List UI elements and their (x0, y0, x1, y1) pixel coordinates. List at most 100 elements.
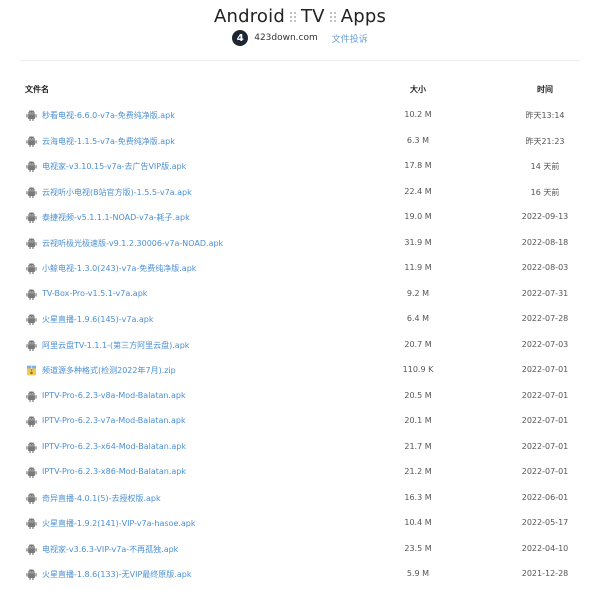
file-name-link[interactable]: 秒看电视-6.6.0-v7a-免费纯净版.apk (42, 110, 175, 121)
file-time: 2022-07-01 (521, 365, 569, 374)
table-header: 文件名 大小 时间 (20, 84, 580, 96)
file-name-link[interactable]: 火星直播-1.8.6(133)-无VIP最终原版.apk (42, 569, 191, 580)
table-row[interactable]: 奇异直播-4.0.1(5)-去授权版.apk 16.3 M 2022-06-01 (20, 485, 580, 511)
file-time: 昨天13:14 (525, 111, 565, 120)
site-logo-icon[interactable]: 4 (232, 30, 249, 46)
table-row[interactable]: 阿里云盘TV-1.1.1-(第三方阿里云盘).apk 20.7 M 2022-07-… (20, 332, 580, 358)
file-size: 10.2 M (404, 110, 432, 119)
file-time: 2022-07-03 (521, 339, 569, 349)
header-divider (20, 60, 580, 61)
file-name-link[interactable]: 频道源多种格式(检测2022年7月).zip (42, 365, 176, 376)
file-size: 20.1 M (404, 416, 432, 425)
file-size: 6.3 M (406, 135, 430, 145)
table-row[interactable]: IPTV-Pro-6.2.3-x64-Mod-Balatan.apk 21.7 M… (20, 434, 580, 460)
file-time: 2021-12-28 (521, 569, 569, 578)
file-name-link[interactable]: 云海电视-1.1.5-v7a-免费纯净版.apk (42, 136, 175, 147)
android-icon (26, 135, 37, 147)
file-time: 2022-07-01 (521, 416, 569, 425)
android-icon (26, 212, 37, 224)
file-time: 2022-05-17 (521, 518, 569, 527)
android-icon (26, 416, 37, 428)
column-header-size[interactable]: 大小 (390, 84, 446, 95)
file-time: 2022-09-13 (521, 212, 569, 221)
title-separator-icon (288, 11, 297, 23)
android-icon (26, 263, 37, 275)
file-size: 31.9 M (404, 237, 432, 247)
android-icon (26, 492, 37, 504)
android-icon (26, 339, 37, 351)
file-name-link[interactable]: 火星直播-1.9.2(141)-VIP-v7a-hasoe.apk (42, 518, 196, 529)
file-name-link[interactable]: IPTV-Pro-6.2.3-x86-Mod-Balatan.apk (42, 467, 186, 476)
file-time: 2022-07-01 (521, 441, 569, 451)
table-row[interactable]: 火星直播-1.8.6(133)-无VIP最终原版.apk 5.9 M 2021-12… (20, 561, 580, 587)
android-icon (26, 161, 37, 173)
android-icon (26, 467, 37, 479)
table-row[interactable]: 频道源多种格式(检测2022年7月).zip 110.9 K 2022-07-01 (20, 357, 580, 383)
android-icon (26, 390, 37, 402)
file-name-link[interactable]: 小鲸电视-1.3.0(243)-v7a-免费纯净版.apk (42, 263, 196, 274)
title-part-apps: Apps (340, 6, 387, 27)
android-icon (26, 441, 37, 453)
file-time: 2022-07-31 (521, 288, 569, 298)
table-row[interactable]: 电视家-v3.10.15-v7a-去广告VIP版.apk 17.8 M 14 天前 (20, 153, 580, 179)
file-name-link[interactable]: IPTV-Pro-6.2.3-x64-Mod-Balatan.apk (42, 442, 186, 451)
file-name-link[interactable]: 火星直播-1.9.6(145)-v7a.apk (42, 314, 154, 325)
file-size: 110.9 K (402, 365, 434, 374)
file-name-link[interactable]: TV-Box-Pro-v1.5.1-v7a.apk (42, 289, 147, 298)
table-row[interactable]: 小鲸电视-1.3.0(243)-v7a-免费纯净版.apk 11.9 M 2022-… (20, 255, 580, 281)
file-size: 23.5 M (404, 543, 432, 553)
file-name-link[interactable]: IPTV-Pro-6.2.3-v7a-Mod-Balatan.apk (42, 416, 186, 425)
table-row[interactable]: 火星直播-1.9.6(145)-v7a.apk 6.4 M 2022-07-28 (20, 306, 580, 332)
title-part-tv: TV (300, 6, 325, 27)
table-row[interactable]: 秒看电视-6.6.0-v7a-免费纯净版.apk 10.2 M 昨天13:14 (20, 102, 580, 128)
file-size: 21.2 M (404, 467, 432, 476)
file-size: 20.7 M (404, 339, 432, 349)
file-size: 16.3 M (404, 492, 432, 502)
table-row[interactable]: 电视家-v3.6.3-VIP-v7a-不再孤独.apk 23.5 M 2022-04… (20, 536, 580, 562)
file-name-link[interactable]: 奇异直播-4.0.1(5)-去授权版.apk (42, 493, 161, 504)
column-header-time[interactable]: 时间 (490, 84, 600, 95)
file-time: 14 天前 (530, 162, 560, 171)
table-row[interactable]: 云视听小电视(B站官方版)-1.5.5-v7a.apk 22.4 M 16 天前 (20, 179, 580, 205)
table-row[interactable]: 火星直播-1.9.2(141)-VIP-v7a-hasoe.apk 10.4 M 2… (20, 510, 580, 536)
file-time: 2022-07-01 (521, 467, 569, 476)
file-time: 2022-07-01 (521, 390, 569, 400)
table-row[interactable]: 云视听极光极速版-v9.1.2.30006-v7a-NOAD.apk 31.9 M… (20, 230, 580, 256)
android-icon (26, 237, 37, 249)
page-title: Android TV Apps (0, 6, 600, 27)
android-icon (26, 543, 37, 555)
android-icon (26, 518, 37, 530)
file-time: 2022-08-18 (521, 237, 569, 247)
table-row[interactable]: TV-Box-Pro-v1.5.1-v7a.apk 9.2 M 2022-07-31 (20, 281, 580, 307)
site-info: 4 423down.com 文件投诉 (0, 30, 600, 46)
file-size: 22.4 M (404, 186, 432, 196)
file-time: 2022-08-03 (521, 263, 569, 272)
file-name-link[interactable]: 泰捷视频-v5.1.1.1-NOAD-v7a-耗子.apk (42, 212, 190, 223)
file-complaint-link[interactable]: 文件投诉 (332, 32, 368, 45)
android-icon (26, 314, 37, 326)
file-time: 2022-06-01 (521, 492, 569, 502)
title-separator-icon (328, 11, 337, 23)
zip-icon (26, 365, 37, 376)
title-part-android: Android (213, 6, 285, 27)
file-list: 秒看电视-6.6.0-v7a-免费纯净版.apk 10.2 M 昨天13:14 云海电… (20, 102, 580, 587)
file-size: 5.9 M (406, 569, 430, 578)
table-row[interactable]: 泰捷视频-v5.1.1.1-NOAD-v7a-耗子.apk 19.0 M 2022-… (20, 204, 580, 230)
table-row[interactable]: 云海电视-1.1.5-v7a-免费纯净版.apk 6.3 M 昨天21:23 (20, 128, 580, 154)
table-row[interactable]: IPTV-Pro-6.2.3-v8a-Mod-Balatan.apk 20.5 M… (20, 383, 580, 409)
android-icon (26, 186, 37, 198)
file-name-link[interactable]: 云视听小电视(B站官方版)-1.5.5-v7a.apk (42, 187, 192, 198)
file-name-link[interactable]: 电视家-v3.6.3-VIP-v7a-不再孤独.apk (42, 544, 178, 555)
android-icon (26, 110, 37, 122)
site-name-link[interactable]: 423down.com (254, 33, 318, 43)
android-icon (26, 288, 37, 300)
file-size: 20.5 M (404, 390, 432, 400)
file-name-link[interactable]: 阿里云盘TV-1.1.1-(第三方阿里云盘).apk (42, 340, 189, 351)
file-name-link[interactable]: 电视家-v3.10.15-v7a-去广告VIP版.apk (42, 161, 186, 172)
table-row[interactable]: IPTV-Pro-6.2.3-v7a-Mod-Balatan.apk 20.1 M… (20, 408, 580, 434)
file-time: 16 天前 (530, 187, 560, 197)
table-row[interactable]: IPTV-Pro-6.2.3-x86-Mod-Balatan.apk 21.2 M… (20, 459, 580, 485)
file-name-link[interactable]: IPTV-Pro-6.2.3-v8a-Mod-Balatan.apk (42, 391, 186, 400)
column-header-name[interactable]: 文件名 (25, 84, 49, 95)
file-name-link[interactable]: 云视听极光极速版-v9.1.2.30006-v7a-NOAD.apk (42, 238, 223, 249)
